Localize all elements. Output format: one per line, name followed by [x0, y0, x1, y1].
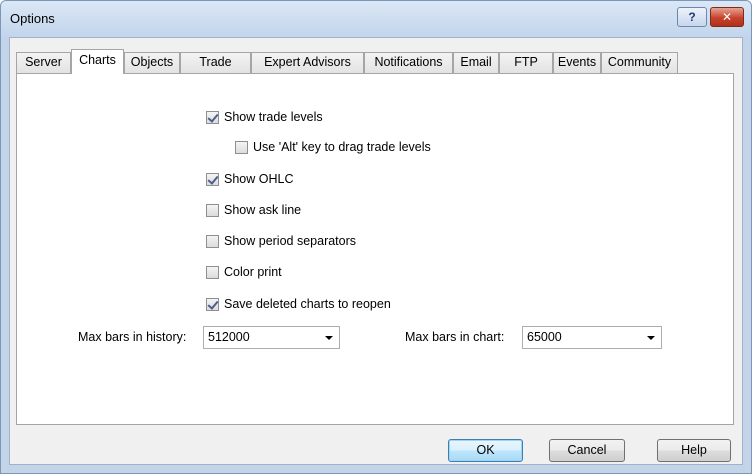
- window-title: Options: [10, 11, 55, 26]
- tab-community[interactable]: Community: [601, 52, 678, 73]
- help-icon[interactable]: ?: [677, 7, 707, 27]
- tab-trade[interactable]: Trade: [180, 52, 251, 73]
- checkbox-box[interactable]: [235, 141, 248, 154]
- checkbox-label: Show OHLC: [224, 172, 294, 186]
- checkbox-label: Show ask line: [224, 203, 302, 217]
- tab-notifications[interactable]: Notifications: [364, 52, 453, 73]
- checkbox-box[interactable]: [206, 298, 219, 311]
- charts-panel: Show trade levels Use 'Alt' key to drag …: [16, 73, 734, 425]
- checkbox-label: Show trade levels: [224, 110, 323, 124]
- max-bars-chart-value: 65000: [527, 330, 562, 344]
- tab-expert-advisors[interactable]: Expert Advisors: [251, 52, 364, 73]
- chevron-down-icon[interactable]: [647, 336, 655, 340]
- cancel-button[interactable]: Cancel: [549, 439, 625, 462]
- max-bars-chart-select[interactable]: 65000: [522, 326, 662, 349]
- checkbox-label: Use 'Alt' key to drag trade levels: [253, 140, 431, 154]
- max-bars-chart-label: Max bars in chart:: [405, 330, 505, 344]
- checkbox-box[interactable]: [206, 204, 219, 217]
- options-dialog: Options ? ✕ Server Charts Objects Trade …: [0, 0, 752, 474]
- tab-objects[interactable]: Objects: [124, 52, 180, 73]
- dialog-client-area: Server Charts Objects Trade Expert Advis…: [9, 37, 743, 465]
- checkbox-label: Save deleted charts to reopen: [224, 297, 391, 311]
- max-bars-history-label: Max bars in history:: [78, 330, 187, 344]
- checkbox-box[interactable]: [206, 173, 219, 186]
- checkbox-box[interactable]: [206, 235, 219, 248]
- close-icon[interactable]: ✕: [710, 7, 744, 27]
- tab-charts[interactable]: Charts: [71, 49, 124, 74]
- ok-button[interactable]: OK: [448, 439, 523, 462]
- tab-server[interactable]: Server: [16, 52, 71, 73]
- tab-email[interactable]: Email: [453, 52, 499, 73]
- tab-ftp[interactable]: FTP: [499, 52, 553, 73]
- checkbox-label: Show period separators: [224, 234, 357, 248]
- chevron-down-icon[interactable]: [325, 336, 333, 340]
- max-bars-history-value: 512000: [208, 330, 250, 344]
- checkbox-box[interactable]: [206, 111, 219, 124]
- title-bar[interactable]: Options ? ✕: [1, 1, 751, 37]
- max-bars-history-select[interactable]: 512000: [203, 326, 340, 349]
- checkbox-box[interactable]: [206, 266, 219, 279]
- help-button[interactable]: Help: [657, 439, 731, 462]
- checkbox-label: Color print: [224, 265, 282, 279]
- tab-events[interactable]: Events: [553, 52, 601, 73]
